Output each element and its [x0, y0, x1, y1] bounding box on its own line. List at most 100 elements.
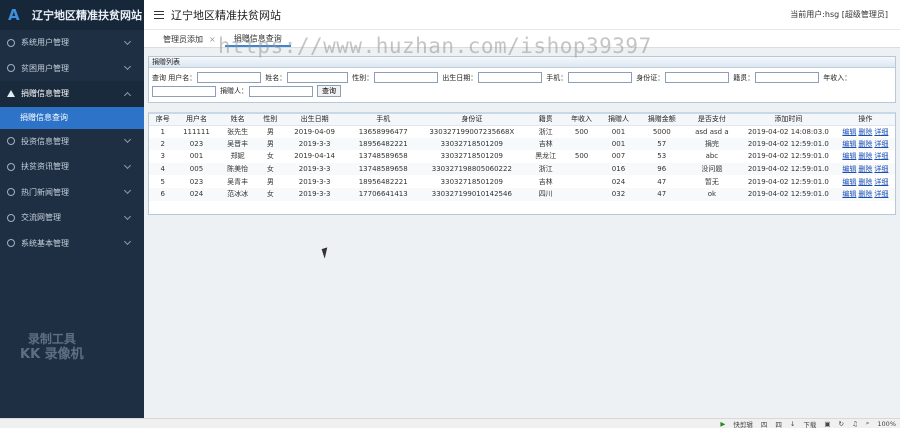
- delete-link[interactable]: 删除: [858, 165, 872, 173]
- detail-link[interactable]: 详细: [874, 165, 888, 173]
- edit-link[interactable]: 编辑: [842, 128, 856, 136]
- delete-link[interactable]: 删除: [858, 178, 872, 186]
- edit-link[interactable]: 编辑: [842, 140, 856, 148]
- table-cell: 2019-04-09: [294, 127, 335, 136]
- refresh-icon[interactable]: ↻: [838, 420, 843, 428]
- sidebar-item-donations[interactable]: 捐赠信息管理: [0, 81, 144, 107]
- table-cell-ops: 编辑 删除 详细: [836, 150, 895, 163]
- gender-input[interactable]: [374, 72, 439, 83]
- download-icon[interactable]: ↓: [790, 420, 795, 428]
- sidebar-item-poor-users[interactable]: 贫困用户管理: [0, 56, 144, 82]
- phone-input[interactable]: [568, 72, 633, 83]
- search-panel: 捐赠列表 查询 用户名： 姓名： 性别： 出生日期： 手机： 身份证： 籍贯： …: [148, 56, 896, 103]
- table-cell: 18956482221: [358, 177, 408, 186]
- zoom-icon[interactable]: ⌕: [866, 419, 870, 428]
- table-cell: 陈美怡: [216, 162, 259, 176]
- table-cell: 005: [176, 162, 217, 176]
- table-cell: 13658996477: [358, 127, 408, 136]
- table-cell: 500: [574, 127, 589, 136]
- donation-table-panel: 序号 用户名 姓名 性别 出生日期 手机 身份证 籍贯 年收入 捐赠人 捐赠金额 是否支付 添加时间 操作…: [148, 112, 896, 215]
- tab-label: 管理员添加: [163, 35, 203, 44]
- detail-link[interactable]: 详细: [874, 190, 888, 198]
- table-cell: 2019-04-02 12:59:01.0: [740, 187, 836, 201]
- status-quick-edit[interactable]: 快剪辑: [733, 419, 753, 428]
- top-header: 辽宁地区精准扶贫网站 当前用户:hsg [超级管理员]: [144, 0, 900, 30]
- table-cell: 浙江: [538, 127, 553, 136]
- status-download[interactable]: 下载: [803, 419, 816, 428]
- sidebar-item-system-users[interactable]: 系统用户管理: [0, 30, 144, 56]
- table-cell: 男: [266, 127, 274, 136]
- field-label: 姓名：: [265, 73, 287, 82]
- sidebar-item-label: 系统基本管理: [21, 238, 69, 248]
- table-cell: 女: [258, 187, 282, 201]
- table-cell: 2019-3-3: [281, 162, 348, 176]
- field-income-input: [152, 85, 216, 97]
- table-cell: 没问题: [682, 162, 741, 176]
- table-cell: 13748589658: [358, 152, 408, 161]
- current-user[interactable]: 当前用户:hsg [超级管理员]: [790, 9, 888, 20]
- table-cell: [566, 137, 597, 151]
- table-cell: 吉林: [538, 177, 553, 186]
- table-cell: 023: [189, 177, 204, 186]
- search-button[interactable]: 查询: [317, 85, 341, 97]
- delete-link[interactable]: 删除: [858, 140, 872, 148]
- delete-link[interactable]: 删除: [858, 152, 872, 160]
- table-cell: 57: [640, 137, 683, 151]
- field-name: 姓名：: [265, 72, 349, 83]
- table-cell: 001: [611, 127, 626, 136]
- table-cell: [566, 187, 597, 201]
- table-cell: 47: [657, 177, 667, 186]
- table-cell: [566, 162, 597, 176]
- table-cell: [567, 175, 597, 188]
- menu-icon[interactable]: [154, 10, 164, 19]
- table-cell: 330327198805060222: [419, 162, 525, 176]
- table-cell: 2019-3-3: [281, 137, 348, 151]
- table-cell: 2019-04-14: [294, 152, 335, 161]
- sidebar-nav: 系统用户管理 贫困用户管理 捐赠信息管理 捐赠信息查询 投资信息管理 扶贫资讯管…: [0, 30, 144, 256]
- play-icon[interactable]: ▶: [720, 420, 725, 428]
- volume-icon[interactable]: ♫: [852, 420, 858, 428]
- donation-table: 序号 用户名 姓名 性别 出生日期 手机 身份证 籍贯 年收入 捐赠人 捐赠金额 是否支付 添加时间 操作…: [149, 114, 895, 201]
- status-item-3[interactable]: 四: [775, 419, 782, 428]
- edit-link[interactable]: 编辑: [842, 190, 856, 198]
- table-cell: 2019-04-02 12:59:01.0: [740, 137, 836, 151]
- detail-link[interactable]: 详细: [874, 178, 888, 186]
- tab-donation-query[interactable]: 捐赠信息查询: [224, 32, 291, 47]
- detail-link[interactable]: 详细: [874, 152, 888, 160]
- status-zoom[interactable]: 100%: [877, 420, 896, 428]
- detail-link[interactable]: 详细: [874, 128, 888, 136]
- income-input[interactable]: [152, 85, 216, 97]
- edit-link[interactable]: 编辑: [842, 165, 856, 173]
- close-icon[interactable]: ×: [209, 35, 216, 44]
- chevron-down-icon: [123, 161, 132, 169]
- field-hometown: 籍贯：: [733, 72, 820, 83]
- sidebar-item-investments[interactable]: 投资信息管理: [0, 129, 144, 155]
- table-cell: 023: [176, 137, 217, 151]
- table-cell: 47: [640, 187, 683, 201]
- screen-icon[interactable]: ▣: [824, 420, 830, 428]
- detail-link[interactable]: 详细: [874, 140, 888, 148]
- edit-link[interactable]: 编辑: [842, 152, 856, 160]
- delete-link[interactable]: 删除: [858, 128, 872, 136]
- field-label: 身份证：: [636, 73, 665, 82]
- status-item-2[interactable]: 四: [761, 419, 768, 428]
- table-cell: 吴青丰: [227, 177, 249, 186]
- delete-link[interactable]: 删除: [858, 190, 872, 198]
- birthdate-input[interactable]: [478, 72, 543, 83]
- table-cell: 郑妮: [230, 152, 245, 161]
- idcard-input[interactable]: [665, 72, 730, 83]
- donor-input[interactable]: [249, 85, 313, 97]
- table-header-row: 序号 用户名 姓名 性别 出生日期 手机 身份证 籍贯 年收入 捐赠人 捐赠金额 是否支付 添加时间 操作: [149, 114, 895, 126]
- edit-link[interactable]: 编辑: [842, 178, 856, 186]
- field-label: 性别：: [352, 73, 374, 82]
- hometown-input[interactable]: [755, 72, 820, 83]
- name-input[interactable]: [287, 72, 349, 83]
- main-content: 捐赠列表 查询 用户名： 姓名： 性别： 出生日期： 手机： 身份证： 籍贯： …: [144, 48, 900, 418]
- sidebar-item-news-info[interactable]: 扶贫资讯管理: [0, 154, 144, 180]
- sidebar-item-exchange[interactable]: 交流网管理: [0, 205, 144, 231]
- username-input[interactable]: [197, 72, 262, 83]
- sidebar-item-hot-news[interactable]: 热门新闻管理: [0, 180, 144, 206]
- tab-admin-add[interactable]: 管理员添加 ×: [154, 32, 225, 47]
- sidebar-item-system-basic[interactable]: 系统基本管理: [0, 231, 144, 257]
- sidebar-subitem-donation-query[interactable]: 捐赠信息查询: [0, 106, 144, 129]
